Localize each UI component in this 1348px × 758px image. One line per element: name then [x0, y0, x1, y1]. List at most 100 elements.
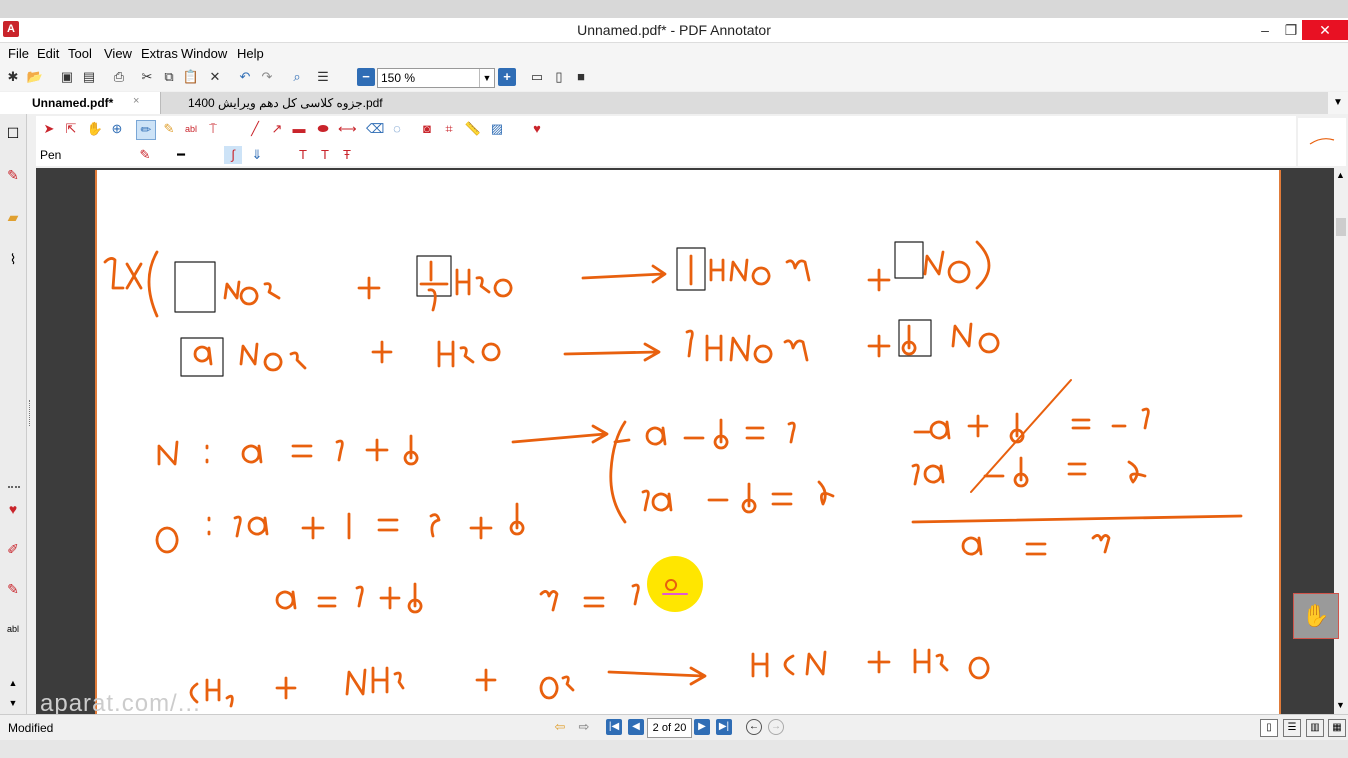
- pen-icon[interactable]: ✐: [4, 540, 22, 558]
- save-as-icon[interactable]: ▤: [80, 68, 98, 86]
- zoom-in-button[interactable]: +: [498, 68, 516, 86]
- select-arrow-icon[interactable]: ➤: [40, 120, 58, 138]
- text-field-icon[interactable]: abl: [4, 620, 22, 638]
- new-document-icon[interactable]: ✱: [4, 68, 22, 86]
- crop-icon[interactable]: ⌗: [440, 120, 458, 138]
- hand-tool-button[interactable]: ✋: [1293, 593, 1339, 639]
- arrow-line-icon[interactable]: ↗: [268, 120, 286, 138]
- line-width-icon[interactable]: ━: [172, 146, 190, 164]
- status-text: Modified: [8, 721, 54, 735]
- maximize-button[interactable]: ❐: [1278, 20, 1304, 40]
- forward-history-icon[interactable]: ⇨: [576, 719, 592, 735]
- tab-label: Unnamed.pdf*: [32, 96, 114, 110]
- scroll-up-icon[interactable]: ▲: [4, 674, 22, 692]
- typewriter-icon[interactable]: abl: [182, 120, 200, 138]
- page-number-field[interactable]: 2 of 20: [647, 718, 692, 738]
- close-button[interactable]: ✕: [1302, 20, 1348, 40]
- panel-splitter[interactable]: [29, 400, 33, 426]
- tab-list-chevron-icon[interactable]: ▼: [1328, 92, 1348, 114]
- lasso-icon[interactable]: ◌: [388, 120, 406, 138]
- rectangle-icon[interactable]: ▬: [290, 120, 308, 138]
- menu-file[interactable]: File: [8, 46, 29, 61]
- go-back-circle-icon[interactable]: ←: [746, 719, 762, 735]
- go-forward-circle-icon[interactable]: →: [768, 719, 784, 735]
- fullscreen-icon[interactable]: ■: [572, 68, 590, 86]
- open-folder-icon[interactable]: 📂: [26, 68, 44, 86]
- menu-tool[interactable]: Tool: [68, 46, 92, 61]
- fit-width-icon[interactable]: ▯: [550, 68, 568, 86]
- tab-jozve-pdf[interactable]: جزوه کلاسی کل دهم ویرایش 1400.pdf: [188, 96, 383, 110]
- marker-icon[interactable]: ✎: [4, 166, 22, 184]
- pen-tool-icon[interactable]: ✏: [136, 120, 156, 140]
- handwritten-ink-layer: [103, 240, 1243, 708]
- bottom-strip: [0, 740, 1348, 758]
- redo-icon[interactable]: ↷: [258, 68, 276, 86]
- last-page-button[interactable]: ▶|: [716, 719, 732, 735]
- cut-icon[interactable]: ✂: [138, 68, 156, 86]
- attachment-icon[interactable]: ⌇: [4, 250, 22, 268]
- tab-close-icon[interactable]: ×: [133, 95, 139, 107]
- minimize-button[interactable]: –: [1252, 20, 1278, 40]
- eraser-icon[interactable]: ⌫: [366, 120, 384, 138]
- text-underline-icon[interactable]: T: [294, 146, 312, 164]
- single-page-view-icon[interactable]: ▯: [1260, 719, 1278, 737]
- undo-icon[interactable]: ↶: [236, 68, 254, 86]
- text-squiggly-icon[interactable]: T: [316, 146, 334, 164]
- scroll-down-icon[interactable]: ▼: [4, 694, 22, 712]
- measure-icon[interactable]: ⟷: [338, 120, 357, 138]
- page-thumbnail-icon[interactable]: ☐: [4, 124, 22, 142]
- fit-page-icon[interactable]: ▭: [528, 68, 546, 86]
- scroll-down-arrow-icon[interactable]: ▼: [1336, 700, 1345, 710]
- two-page-view-icon[interactable]: ▥: [1306, 719, 1324, 737]
- left-side-panel: ☐ ✎ ▰ ⌇ ♥ ✐ ✎ abl ▲ ▼: [0, 114, 27, 714]
- first-page-button[interactable]: |◀: [606, 719, 622, 735]
- zoom-select[interactable]: 150 % ▼: [377, 68, 495, 88]
- pen-stroke-preview: [1298, 118, 1346, 166]
- text-strikeout-icon[interactable]: Ŧ: [338, 146, 356, 164]
- find-icon[interactable]: ⌕: [288, 68, 306, 86]
- print-icon[interactable]: ⎙: [110, 68, 128, 86]
- pen-color-icon[interactable]: ✎: [136, 146, 154, 164]
- zoom-out-button[interactable]: −: [357, 68, 375, 86]
- ruler-icon[interactable]: 📏: [464, 120, 482, 138]
- continuous-view-icon[interactable]: ☰: [1283, 719, 1301, 737]
- back-history-icon[interactable]: ⇦: [552, 719, 568, 735]
- menu-edit[interactable]: Edit: [37, 46, 59, 61]
- previous-page-button[interactable]: ◀: [628, 719, 644, 735]
- save-icon[interactable]: ▣: [58, 68, 76, 86]
- zoom-tool-icon[interactable]: ⊕: [108, 120, 126, 138]
- scrollbar-thumb[interactable]: [1336, 218, 1346, 236]
- folder-icon[interactable]: ▰: [4, 208, 22, 226]
- pdf-page[interactable]: [95, 170, 1281, 714]
- line-icon[interactable]: ╱: [246, 120, 264, 138]
- smooth-ink-icon[interactable]: ∫: [224, 146, 242, 164]
- paste-icon[interactable]: 📋: [182, 68, 200, 86]
- highlighter-tool-icon[interactable]: ✎: [160, 120, 178, 138]
- tab-unnamed-pdf[interactable]: Unnamed.pdf* ×: [0, 92, 161, 114]
- multi-page-view-icon[interactable]: ▦: [1328, 719, 1346, 737]
- current-tool-label: Pen: [40, 148, 62, 162]
- title-bar: A Unnamed.pdf* - PDF Annotator – ❐ ✕: [0, 18, 1348, 43]
- next-page-button[interactable]: ▶: [694, 719, 710, 735]
- ellipse-icon[interactable]: ⬬: [314, 120, 332, 138]
- hand-icon[interactable]: ✋: [86, 120, 104, 138]
- select-text-icon[interactable]: ⇱: [62, 120, 80, 138]
- copy-icon[interactable]: ⧉: [160, 68, 178, 86]
- scroll-up-arrow-icon[interactable]: ▲: [1336, 170, 1345, 180]
- chevron-down-icon[interactable]: ▼: [479, 69, 494, 87]
- highlighter-icon[interactable]: ✎: [4, 580, 22, 598]
- main-toolbar: ✱ 📂 ▣ ▤ ⎙ ✂ ⧉ 📋 ✕ ↶ ↷ ⌕ ☰ − 150 % ▼ + ▭ …: [0, 65, 1348, 91]
- pen-preview-stroke-icon: [1309, 138, 1335, 145]
- menu-view[interactable]: View: [104, 46, 132, 61]
- favorites-heart-icon[interactable]: ♥: [528, 120, 546, 138]
- stamp-icon[interactable]: ⍑: [204, 120, 222, 138]
- menu-extras[interactable]: Extras: [141, 46, 178, 61]
- snap-icon[interactable]: ⇓: [248, 146, 266, 164]
- layout-icon[interactable]: ☰: [314, 68, 332, 86]
- menu-window[interactable]: Window: [181, 46, 227, 61]
- camera-icon[interactable]: ◙: [418, 120, 436, 138]
- insert-image-icon[interactable]: ▨: [488, 120, 506, 138]
- favorites-heart-icon[interactable]: ♥: [4, 500, 22, 518]
- menu-help[interactable]: Help: [237, 46, 264, 61]
- delete-icon[interactable]: ✕: [206, 68, 224, 86]
